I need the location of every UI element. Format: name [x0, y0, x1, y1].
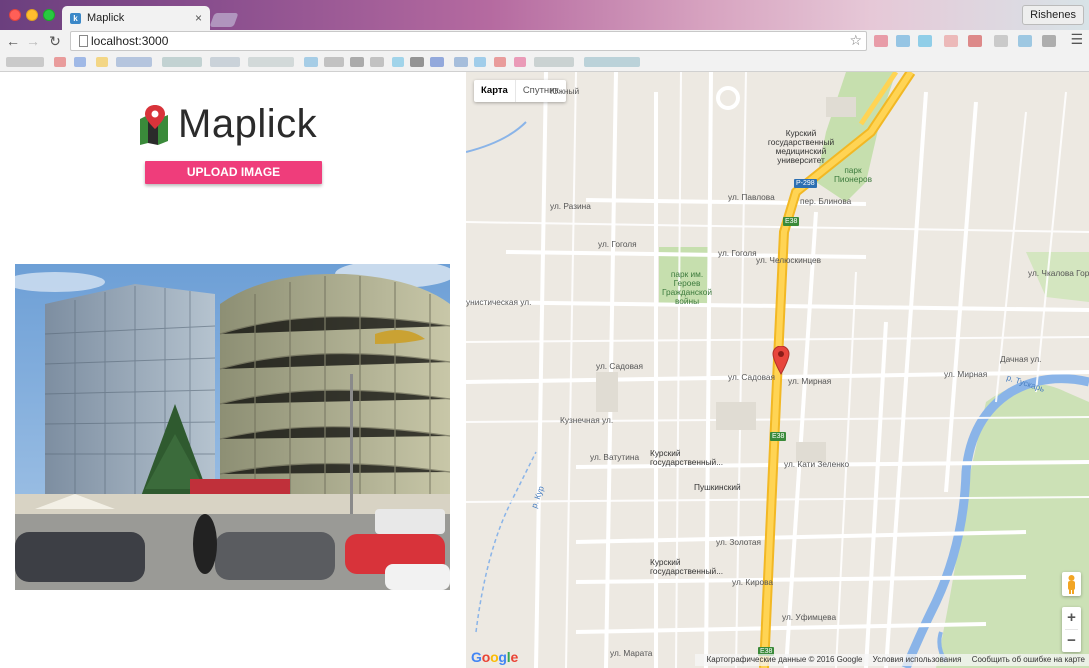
map-attribution: Картографические данные © 2016 Google Ус…	[694, 654, 1089, 666]
extension-icon[interactable]	[896, 35, 910, 47]
google-map[interactable]: Карта Спутник Курский государственный ме…	[466, 72, 1089, 668]
bookmark-item[interactable]	[430, 57, 444, 67]
uploaded-photo	[15, 264, 450, 590]
highway-shield: E38	[770, 432, 787, 441]
extension-icon[interactable]	[1018, 35, 1032, 47]
road-label: ул. Мирная	[944, 369, 988, 379]
street-view-pegman-icon[interactable]	[1062, 572, 1081, 596]
bookmark-item[interactable]	[210, 57, 240, 67]
bookmarks-bar	[0, 52, 1089, 72]
road-label: Дачная ул.	[1000, 354, 1042, 364]
minimize-window-button[interactable]	[26, 9, 38, 21]
road-label: ул. Золотая	[716, 537, 762, 547]
logo-text: Maplick	[178, 102, 318, 146]
bookmark-item[interactable]	[494, 57, 506, 67]
road-label: ул. Садовая	[728, 372, 775, 382]
road-label: ул. Уфимцева	[782, 612, 837, 622]
bookmark-item[interactable]	[474, 57, 486, 67]
map-marker-icon[interactable]	[772, 346, 790, 376]
address-bar[interactable]: localhost:3000 ☆	[70, 31, 867, 51]
url-text: localhost:3000	[91, 34, 169, 48]
road-label: ул. Павлова	[728, 192, 775, 202]
zoom-out-button[interactable]: −	[1062, 630, 1081, 652]
bookmark-item[interactable]	[410, 57, 424, 67]
menu-icon[interactable]: ☰	[1070, 31, 1083, 48]
poi-label: Пушкинский	[694, 482, 741, 492]
bookmark-star-icon[interactable]: ☆	[849, 32, 862, 49]
new-tab-button[interactable]	[209, 13, 239, 27]
road-label: ул. Челюскинцев	[756, 255, 822, 265]
bookmark-item[interactable]	[6, 57, 44, 67]
bookmark-item[interactable]	[392, 57, 404, 67]
extension-icon[interactable]	[968, 35, 982, 47]
road-label: ул. Кати Зеленко	[784, 459, 850, 469]
road-label: ул. Гоголя	[718, 248, 757, 258]
forward-arrow-icon[interactable]: →	[24, 31, 42, 51]
bookmark-item[interactable]	[584, 57, 640, 67]
app-left-panel: Maplick UPLOAD IMAGE	[0, 72, 466, 668]
road-label: ул. Мирная	[788, 376, 832, 386]
bookmark-item[interactable]	[324, 57, 344, 67]
bookmark-item[interactable]	[304, 57, 318, 67]
poi-label: Курский государственный медицинский унив…	[767, 128, 835, 165]
map-pin-logo-icon	[138, 104, 172, 145]
road-label: ул. Марата	[610, 648, 653, 658]
bookmark-item[interactable]	[96, 57, 108, 67]
terms-link[interactable]: Условия использования	[873, 655, 962, 664]
bookmark-item[interactable]	[162, 57, 202, 67]
extension-icon[interactable]	[874, 35, 888, 47]
zoom-control: + −	[1062, 607, 1081, 652]
maximize-window-button[interactable]	[43, 9, 55, 21]
bookmark-item[interactable]	[350, 57, 364, 67]
map-type-map-button[interactable]: Карта	[474, 80, 515, 102]
browser-toolbar: ← → ↻ localhost:3000 ☆ ☰	[0, 30, 1089, 52]
bookmark-item[interactable]	[54, 57, 66, 67]
reload-icon[interactable]: ↻	[46, 31, 64, 51]
road-label: Южный	[550, 86, 580, 96]
bookmark-item[interactable]	[514, 57, 526, 67]
road-label: ул. Ватутина	[590, 452, 640, 462]
bookmark-item[interactable]	[116, 57, 152, 67]
bookmark-item[interactable]	[454, 57, 468, 67]
road-label: ул. Гоголя	[598, 239, 637, 249]
park-label: парк Пионеров	[833, 165, 873, 184]
road-label: ул. Разина	[550, 201, 591, 211]
poi-label: Курский государственный...	[650, 557, 724, 576]
browser-titlebar: k Maplick × Rishenes	[0, 0, 1089, 30]
maplick-favicon-icon: k	[70, 12, 81, 24]
extension-icon[interactable]	[1042, 35, 1056, 47]
page-icon	[79, 35, 88, 47]
highway-shield: E38	[783, 217, 800, 226]
road-label: пер. Блинова	[800, 196, 852, 206]
report-error-link[interactable]: Сообщить об ошибке на карте	[972, 655, 1085, 664]
road-label: ул. Чкалова Гора	[1028, 268, 1089, 278]
poi-label: Курский государственный...	[650, 448, 724, 467]
bookmark-item[interactable]	[534, 57, 574, 67]
close-window-button[interactable]	[9, 9, 21, 21]
road-label: унистическая ул.	[466, 297, 532, 307]
bookmark-item[interactable]	[248, 57, 294, 67]
park-label: парк им. Героев Гражданской войны	[662, 269, 712, 306]
tab-title: Maplick	[87, 12, 125, 24]
tab-close-icon[interactable]: ×	[195, 11, 202, 25]
extension-icon[interactable]	[918, 35, 932, 47]
bookmark-item[interactable]	[370, 57, 384, 67]
profile-button[interactable]: Rishenes	[1022, 5, 1084, 25]
maplick-logo: Maplick	[138, 102, 317, 147]
bookmark-item[interactable]	[74, 57, 86, 67]
road-label: ул. Кирова	[732, 577, 774, 587]
highway-shield: Р-298	[794, 179, 817, 188]
upload-image-button[interactable]: UPLOAD IMAGE	[145, 161, 322, 184]
browser-tab[interactable]: k Maplick ×	[62, 6, 210, 30]
back-arrow-icon[interactable]: ←	[4, 31, 22, 51]
extension-icon[interactable]	[994, 35, 1008, 47]
google-logo: Google	[471, 649, 519, 665]
road-label: Кузнечная ул.	[560, 415, 614, 425]
road-label: ул. Садовая	[596, 361, 643, 371]
map-data-credit: Картографические данные © 2016 Google	[706, 655, 863, 664]
extension-icon[interactable]	[944, 35, 958, 47]
zoom-in-button[interactable]: +	[1062, 607, 1081, 629]
